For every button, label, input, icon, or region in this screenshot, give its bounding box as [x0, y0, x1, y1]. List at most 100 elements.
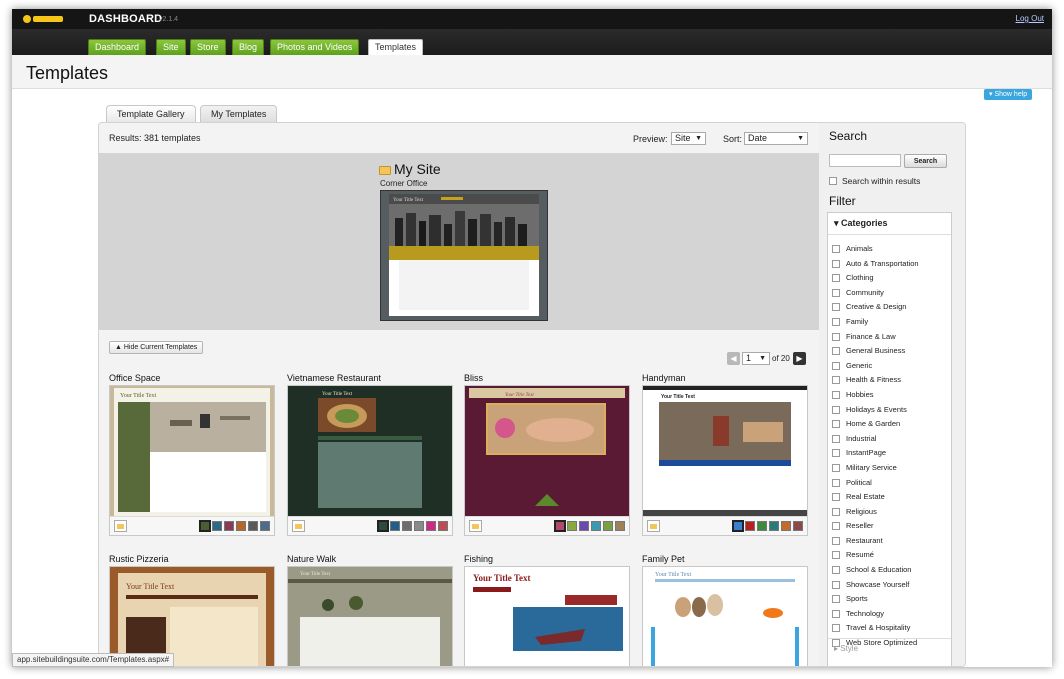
category-checkbox[interactable]: [832, 463, 840, 472]
godaddy-logo[interactable]: [22, 13, 72, 25]
search-within-checkbox[interactable]: [829, 177, 837, 185]
template-card-nature-walk[interactable]: Your Title Text: [287, 566, 453, 667]
template-card-family-pet[interactable]: Your Title Text: [642, 566, 808, 667]
color-swatch[interactable]: [438, 521, 448, 531]
color-swatch[interactable]: [732, 520, 744, 532]
category-checkbox[interactable]: [832, 376, 840, 385]
logout-link[interactable]: Log Out: [1016, 14, 1044, 23]
preview-icon[interactable]: [469, 520, 482, 532]
color-swatch[interactable]: [745, 521, 755, 531]
color-swatch[interactable]: [769, 521, 779, 531]
category-checkbox[interactable]: [832, 420, 840, 429]
sort-select[interactable]: Date ▼: [744, 132, 808, 145]
color-swatch[interactable]: [260, 521, 270, 531]
category-checkbox[interactable]: [832, 274, 840, 283]
category-item[interactable]: Military Service: [828, 463, 951, 478]
category-checkbox[interactable]: [832, 245, 840, 253]
preview-icon[interactable]: [114, 520, 127, 532]
style-filter-toggle[interactable]: ▸ Style: [828, 638, 951, 658]
color-swatch[interactable]: [793, 521, 803, 531]
category-checkbox[interactable]: [832, 332, 840, 341]
tab-template-gallery[interactable]: Template Gallery: [106, 105, 196, 122]
color-swatch[interactable]: [402, 521, 412, 531]
template-card-bliss[interactable]: Your Title Text: [464, 385, 630, 536]
category-checkbox[interactable]: [832, 566, 840, 575]
category-item[interactable]: Animals: [828, 244, 951, 259]
category-item[interactable]: Religious: [828, 507, 951, 522]
template-thumbnail[interactable]: Your Title Text: [465, 386, 629, 516]
category-checkbox[interactable]: [832, 317, 840, 326]
color-swatch[interactable]: [426, 521, 436, 531]
template-thumbnail[interactable]: Your Title Text: [643, 567, 807, 667]
category-item[interactable]: Family: [828, 317, 951, 332]
category-checkbox[interactable]: [832, 595, 840, 604]
category-checkbox[interactable]: [832, 361, 840, 370]
template-thumbnail[interactable]: Your Title Text: [288, 386, 452, 516]
current-template-thumbnail[interactable]: Your Title Text: [380, 190, 548, 321]
category-item[interactable]: Finance & Law: [828, 332, 951, 347]
category-item[interactable]: Community: [828, 288, 951, 303]
category-item[interactable]: Showcase Yourself: [828, 580, 951, 595]
category-item[interactable]: Health & Fitness: [828, 375, 951, 390]
category-checkbox[interactable]: [832, 493, 840, 502]
category-item[interactable]: Reseller: [828, 521, 951, 536]
color-swatch[interactable]: [414, 521, 424, 531]
search-button[interactable]: Search: [904, 154, 947, 168]
template-thumbnail[interactable]: Your Title Text: [110, 567, 274, 667]
template-card-handyman[interactable]: Your Title Text: [642, 385, 808, 536]
tab-photos-videos[interactable]: Photos and Videos: [270, 39, 360, 55]
category-checkbox[interactable]: [832, 580, 840, 589]
category-checkbox[interactable]: [832, 405, 840, 414]
template-card-vietnamese-restaurant[interactable]: Your Title Text: [287, 385, 453, 536]
category-checkbox[interactable]: [832, 390, 840, 399]
preview-icon[interactable]: [647, 520, 660, 532]
tab-blog[interactable]: Blog: [232, 39, 265, 55]
category-checkbox[interactable]: [832, 551, 840, 560]
color-swatch[interactable]: [781, 521, 791, 531]
color-swatch[interactable]: [212, 521, 222, 531]
tab-templates[interactable]: Templates: [368, 39, 424, 55]
color-swatch[interactable]: [591, 521, 601, 531]
category-checkbox[interactable]: [832, 478, 840, 487]
prev-page-button[interactable]: ◀: [727, 352, 740, 365]
template-thumbnail[interactable]: Your Title Text: [288, 567, 452, 667]
show-help-button[interactable]: ▾ Show help: [984, 89, 1033, 100]
category-checkbox[interactable]: [832, 347, 840, 356]
category-item[interactable]: Political: [828, 478, 951, 493]
categories-toggle[interactable]: ▾ Categories: [828, 213, 951, 235]
category-item[interactable]: Travel & Hospitality: [828, 623, 951, 638]
category-item[interactable]: Restaurant: [828, 536, 951, 551]
category-item[interactable]: Technology: [828, 609, 951, 624]
color-swatch[interactable]: [390, 521, 400, 531]
tab-store[interactable]: Store: [190, 39, 226, 55]
color-swatch[interactable]: [199, 520, 211, 532]
preview-icon[interactable]: [292, 520, 305, 532]
category-item[interactable]: General Business: [828, 346, 951, 361]
hide-current-templates-button[interactable]: ▲ Hide Current Templates: [109, 341, 204, 354]
template-card-office-space[interactable]: Your Title Text: [109, 385, 275, 536]
category-checkbox[interactable]: [832, 522, 840, 531]
template-card-rustic-pizzeria[interactable]: Your Title Text: [109, 566, 275, 667]
category-item[interactable]: Auto & Transportation: [828, 259, 951, 274]
color-swatch[interactable]: [615, 521, 625, 531]
category-checkbox[interactable]: [832, 449, 840, 458]
category-item[interactable]: Creative & Design: [828, 302, 951, 317]
page-select[interactable]: 1 ▼: [742, 352, 770, 365]
color-swatch[interactable]: [757, 521, 767, 531]
tab-site[interactable]: Site: [156, 39, 186, 55]
category-item[interactable]: Clothing: [828, 273, 951, 288]
color-swatch[interactable]: [554, 520, 566, 532]
search-input[interactable]: [829, 154, 901, 167]
template-thumbnail[interactable]: Your Title Text: [643, 386, 807, 516]
category-item[interactable]: Holidays & Events: [828, 405, 951, 420]
category-item[interactable]: Home & Garden: [828, 419, 951, 434]
category-item[interactable]: Real Estate: [828, 492, 951, 507]
category-item[interactable]: School & Education: [828, 565, 951, 580]
category-item[interactable]: Generic: [828, 361, 951, 376]
color-swatch[interactable]: [236, 521, 246, 531]
tab-my-templates[interactable]: My Templates: [200, 105, 278, 122]
template-thumbnail[interactable]: Your Title Text: [110, 386, 274, 516]
color-swatch[interactable]: [248, 521, 258, 531]
category-checkbox[interactable]: [832, 624, 840, 633]
next-page-button[interactable]: ▶: [793, 352, 806, 365]
